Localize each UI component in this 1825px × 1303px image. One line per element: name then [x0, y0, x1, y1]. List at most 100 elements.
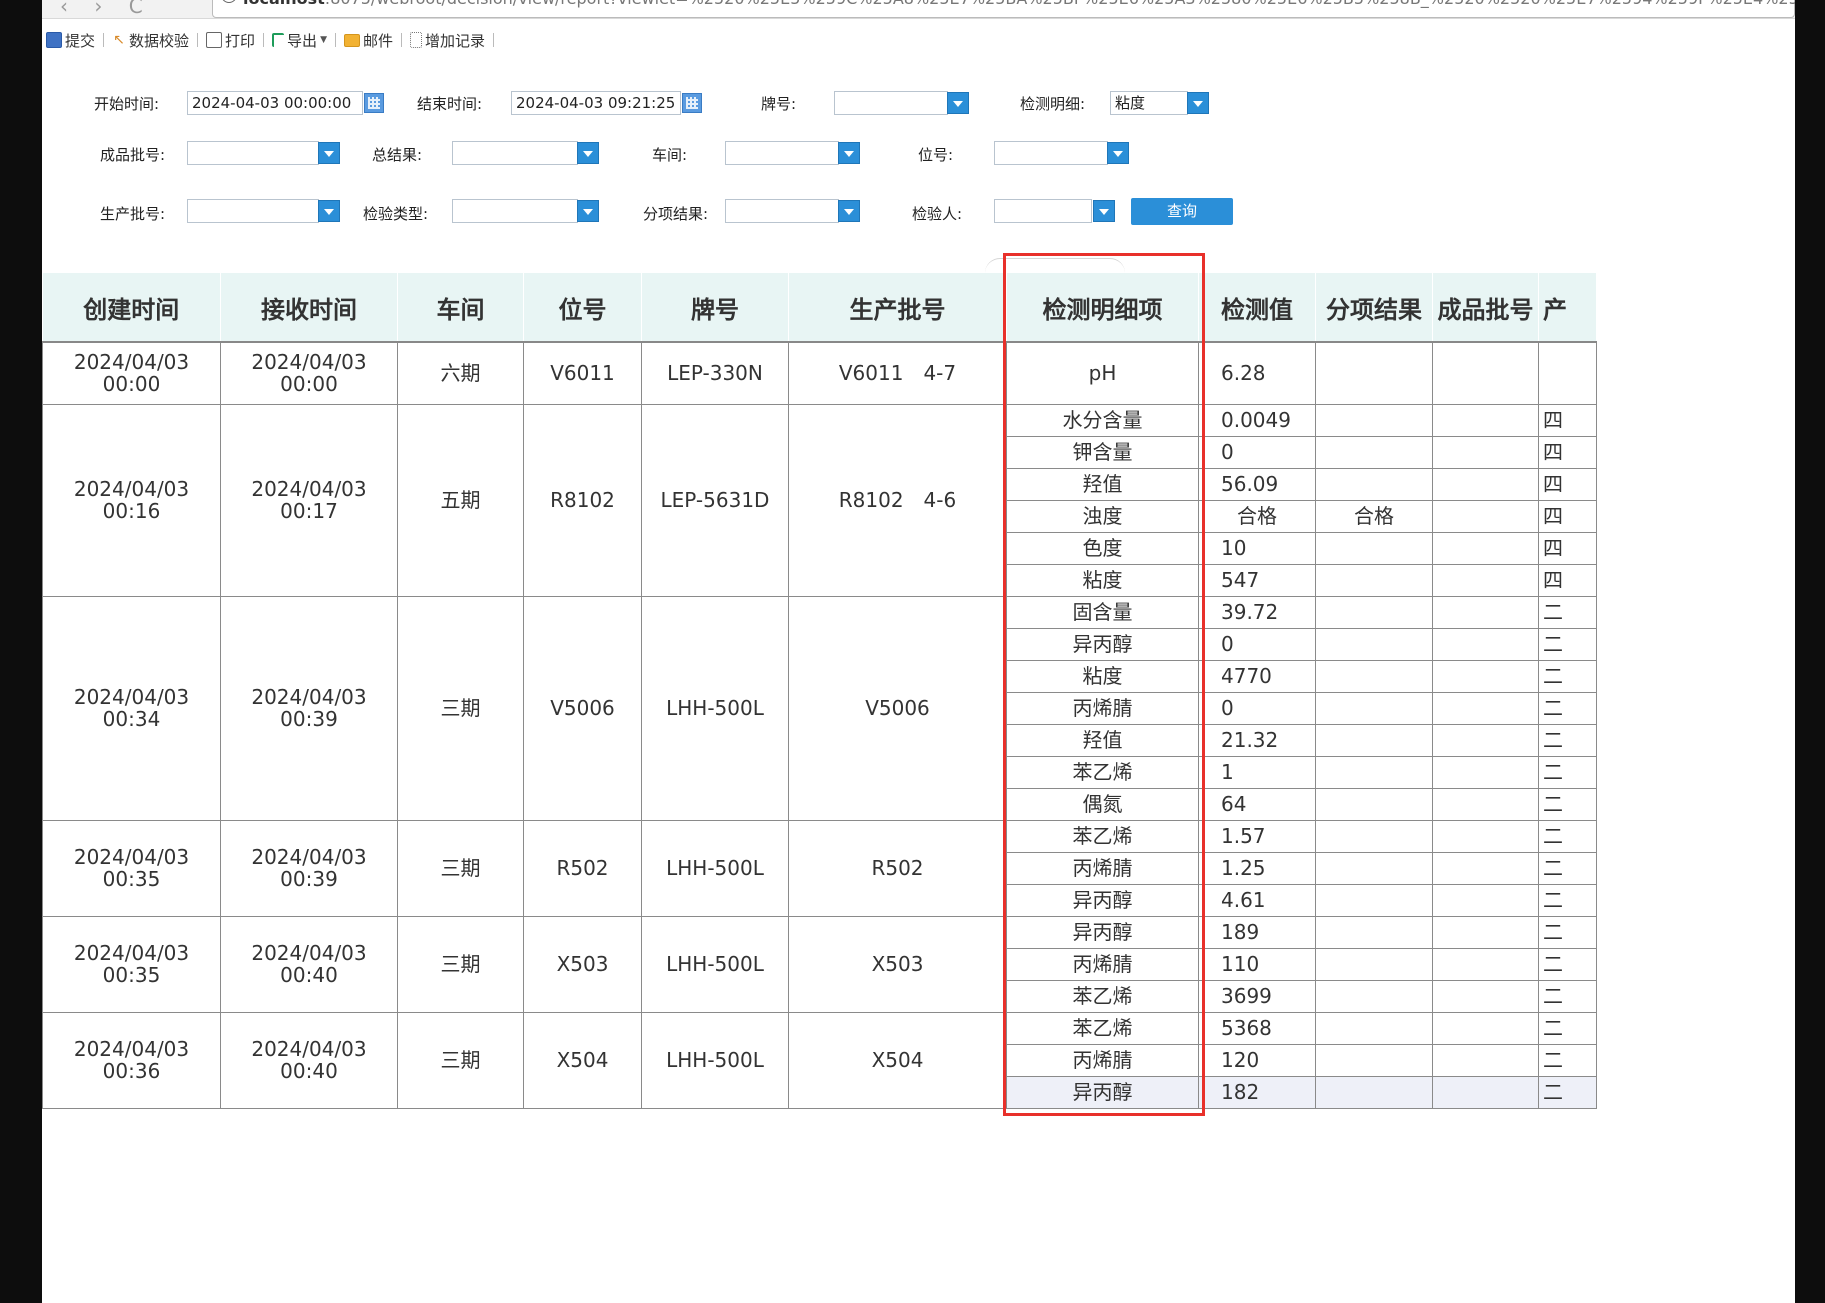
workshop-cell[interactable]: 三期 [397, 915, 524, 1013]
item-result-cell[interactable] [1315, 1011, 1433, 1045]
product-batch-cell[interactable] [1432, 851, 1539, 885]
detail-item-cell[interactable]: 丙烯腈 [1006, 851, 1199, 885]
test-value-cell[interactable]: 547 [1198, 563, 1316, 597]
product-cut-cell[interactable]: 四 [1538, 499, 1597, 533]
detail-item-cell[interactable]: 固含量 [1006, 595, 1199, 629]
col-item-result[interactable]: 分项结果 [1315, 273, 1433, 343]
received-time-cell[interactable]: 2024/04/03 00:39 [220, 595, 398, 821]
start-time-field[interactable]: 2024-04-03 00:00:00 [187, 91, 363, 115]
detail-item-cell[interactable]: 水分含量 [1006, 403, 1199, 437]
col-workshop[interactable]: 车间 [397, 273, 524, 343]
col-detail-item[interactable]: 检测明细项 [1006, 273, 1199, 343]
total-result-select[interactable] [452, 141, 578, 165]
created-time-cell[interactable]: 2024/04/03 00:00 [42, 341, 221, 405]
created-time-cell[interactable]: 2024/04/03 00:35 [42, 819, 221, 917]
col-product-cut[interactable]: 产 [1538, 273, 1597, 343]
export-button[interactable]: 导出 ▼ [268, 30, 331, 51]
chevron-down-icon[interactable] [838, 142, 860, 164]
item-result-cell[interactable] [1315, 915, 1433, 949]
test-value-cell[interactable]: 0 [1198, 435, 1316, 469]
item-result-cell[interactable] [1315, 691, 1433, 725]
workshop-cell[interactable]: 三期 [397, 595, 524, 821]
test-value-cell[interactable]: 3699 [1198, 979, 1316, 1013]
item-result-cell[interactable] [1315, 819, 1433, 853]
detail-item-cell[interactable]: 粘度 [1006, 563, 1199, 597]
col-product-batch[interactable]: 成品批号 [1432, 273, 1539, 343]
test-value-cell[interactable]: 合格 [1198, 499, 1316, 533]
product-batch-cell[interactable] [1432, 435, 1539, 469]
email-button[interactable]: 邮件 [340, 30, 397, 51]
chevron-down-icon[interactable] [577, 142, 599, 164]
test-value-cell[interactable]: 6.28 [1198, 341, 1316, 405]
product-cut-cell[interactable]: 二 [1538, 691, 1597, 725]
test-value-cell[interactable]: 10 [1198, 531, 1316, 565]
brand-cell[interactable]: LHH-500L [641, 1011, 789, 1109]
received-time-cell[interactable]: 2024/04/03 00:17 [220, 403, 398, 597]
test-value-cell[interactable]: 1.57 [1198, 819, 1316, 853]
production-batch-cell[interactable]: X503 [788, 915, 1007, 1013]
product-cut-cell[interactable]: 二 [1538, 1011, 1597, 1045]
position-cell[interactable]: X504 [523, 1011, 642, 1109]
product-cut-cell[interactable]: 四 [1538, 563, 1597, 597]
item-result-cell[interactable] [1315, 1075, 1433, 1109]
test-value-cell[interactable]: 110 [1198, 947, 1316, 981]
test-value-cell[interactable]: 1 [1198, 755, 1316, 789]
item-result-cell[interactable] [1315, 851, 1433, 885]
detail-item-cell[interactable]: 丙烯腈 [1006, 947, 1199, 981]
detail-select[interactable]: 粘度 [1110, 91, 1188, 115]
product-batch-cell[interactable] [1432, 691, 1539, 725]
chevron-down-icon[interactable] [577, 200, 599, 222]
product-cut-cell[interactable]: 二 [1538, 755, 1597, 789]
product-batch-cell[interactable] [1432, 499, 1539, 533]
item-result-cell[interactable] [1315, 1043, 1433, 1077]
test-value-cell[interactable]: 56.09 [1198, 467, 1316, 501]
product-batch-cell[interactable] [1432, 403, 1539, 437]
product-batch-cell[interactable] [1432, 883, 1539, 917]
add-record-button[interactable]: 增加记录 [406, 30, 489, 51]
product-batch-cell[interactable] [1432, 787, 1539, 821]
detail-item-cell[interactable]: 丙烯腈 [1006, 1043, 1199, 1077]
test-value-cell[interactable]: 4.61 [1198, 883, 1316, 917]
position-cell[interactable]: V5006 [523, 595, 642, 821]
item-result-cell[interactable] [1315, 627, 1433, 661]
received-time-cell[interactable]: 2024/04/03 00:00 [220, 341, 398, 405]
position-cell[interactable]: X503 [523, 915, 642, 1013]
product-cut-cell[interactable]: 二 [1538, 915, 1597, 949]
test-value-cell[interactable]: 0.0049 [1198, 403, 1316, 437]
submit-button[interactable]: 提交 [42, 30, 99, 51]
product-cut-cell[interactable]: 二 [1538, 595, 1597, 629]
item-result-cell[interactable] [1315, 979, 1433, 1013]
product-cut-cell[interactable]: 四 [1538, 531, 1597, 565]
product-batch-cell[interactable] [1432, 979, 1539, 1013]
detail-item-cell[interactable]: 羟值 [1006, 723, 1199, 757]
chevron-down-icon[interactable] [1093, 200, 1115, 222]
print-button[interactable]: 打印 [202, 30, 259, 51]
position-select[interactable] [994, 141, 1108, 165]
created-time-cell[interactable]: 2024/04/03 00:36 [42, 1011, 221, 1109]
production-batch-cell[interactable]: V5006 [788, 595, 1007, 821]
test-value-cell[interactable]: 39.72 [1198, 595, 1316, 629]
url-box[interactable]: i localhost:8075/webroot/decision/view/r… [212, 0, 1795, 18]
workshop-cell[interactable]: 三期 [397, 1011, 524, 1109]
test-value-cell[interactable]: 5368 [1198, 1011, 1316, 1045]
col-test-value[interactable]: 检测值 [1198, 273, 1316, 343]
test-value-cell[interactable]: 4770 [1198, 659, 1316, 693]
test-value-cell[interactable]: 120 [1198, 1043, 1316, 1077]
detail-item-cell[interactable]: 苯乙烯 [1006, 979, 1199, 1013]
product-batch-cell[interactable] [1432, 341, 1539, 405]
col-position[interactable]: 位号 [523, 273, 642, 343]
item-result-cell[interactable] [1315, 755, 1433, 789]
product-batch-cell[interactable] [1432, 819, 1539, 853]
product-cut-cell[interactable]: 二 [1538, 787, 1597, 821]
detail-item-cell[interactable]: 异丙醇 [1006, 1075, 1199, 1109]
item-result-cell[interactable] [1315, 467, 1433, 501]
test-value-cell[interactable]: 182 [1198, 1075, 1316, 1109]
detail-item-cell[interactable]: 粘度 [1006, 659, 1199, 693]
col-received-time[interactable]: 接收时间 [220, 273, 398, 343]
query-button[interactable]: 查询 [1131, 198, 1233, 225]
item-result-cell[interactable] [1315, 659, 1433, 693]
inspector-select[interactable] [994, 199, 1092, 223]
product-batch-cell[interactable] [1432, 755, 1539, 789]
product-batch-select[interactable] [187, 141, 319, 165]
item-result-cell[interactable] [1315, 787, 1433, 821]
